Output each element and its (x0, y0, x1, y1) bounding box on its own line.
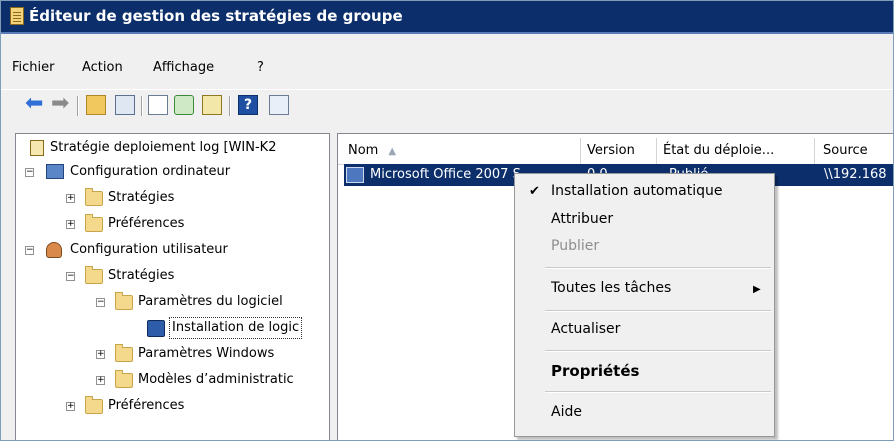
column-header-label: Nom (348, 143, 379, 158)
tree-label: Modèles d’administratic (138, 372, 294, 387)
folder-icon (115, 344, 133, 362)
tree-label: Paramètres du logiciel (138, 294, 283, 309)
tree-label: Stratégies (108, 268, 175, 283)
computer-icon (46, 164, 64, 179)
menu-bar: Fichier Action Affichage ? (1, 56, 893, 82)
tree-label: Paramètres Windows (138, 346, 275, 361)
menu-fichier[interactable]: Fichier (12, 60, 55, 75)
column-header-deploy-state[interactable]: État du déploie... (657, 138, 815, 164)
app-window: Éditeur de gestion des stratégies de gro… (0, 0, 894, 441)
collapse-icon[interactable]: − (25, 246, 34, 255)
back-arrow-icon[interactable]: ⬅ (25, 93, 45, 115)
column-header-source[interactable]: Source (815, 138, 893, 164)
software-installation-icon (147, 320, 165, 337)
refresh-icon[interactable] (174, 95, 194, 115)
tree-label: Stratégies (108, 190, 175, 205)
expand-icon[interactable]: + (96, 376, 105, 385)
show-hide-tree-icon[interactable] (115, 95, 135, 115)
tree-label: Stratégie deploiement log [WIN-K2 (50, 140, 277, 155)
export-list-icon[interactable] (202, 95, 222, 115)
tree-label: Configuration utilisateur (70, 242, 228, 257)
folder-icon (85, 266, 103, 284)
menu-item-automatic-installation[interactable]: Installation automatique (551, 183, 722, 199)
folder-icon (115, 370, 133, 388)
collapse-icon[interactable]: − (25, 168, 34, 177)
folder-icon (85, 188, 103, 206)
menu-separator (545, 350, 771, 352)
menu-item-all-tasks[interactable]: Toutes les tâches (551, 280, 671, 296)
tree-label: Configuration ordinateur (70, 164, 231, 179)
menu-item-assign[interactable]: Attribuer (551, 211, 613, 227)
package-icon (346, 167, 364, 183)
menu-item-help[interactable]: Aide (551, 404, 582, 420)
toolbar-separator (229, 96, 231, 116)
folder-icon (85, 214, 103, 232)
policy-icon (30, 140, 44, 156)
help-icon[interactable]: ? (238, 95, 258, 115)
sort-ascending-icon: ▲ (388, 146, 397, 157)
menu-help[interactable]: ? (257, 60, 264, 75)
page-icon[interactable] (148, 95, 168, 115)
menu-affichage[interactable]: Affichage (153, 60, 214, 75)
tree-label: Installation de logic (168, 317, 303, 339)
expand-icon[interactable]: + (66, 194, 75, 203)
gpo-editor-icon (10, 7, 24, 25)
submenu-arrow-icon: ▶ (753, 284, 761, 295)
menu-separator (545, 391, 771, 393)
toolbar-separator (77, 96, 79, 116)
menu-item-refresh[interactable]: Actualiser (551, 321, 620, 337)
folder-icon (85, 396, 103, 414)
tree-pane[interactable]: Stratégie deploiement log [WIN-K2 − Conf… (15, 133, 330, 440)
folder-icon (115, 292, 133, 310)
context-menu: ✔ Installation automatique Attribuer Pub… (514, 173, 775, 437)
cell-name: Microsoft Office 2007 S (370, 167, 521, 182)
collapse-icon[interactable]: − (96, 298, 105, 307)
toolbar-separator (141, 96, 143, 116)
checkmark-icon: ✔ (529, 184, 540, 199)
menu-item-publish: Publier (551, 238, 600, 254)
folder-up-icon[interactable] (86, 95, 106, 115)
expand-icon[interactable]: + (96, 350, 105, 359)
window-title: Éditeur de gestion des stratégies de gro… (29, 7, 403, 25)
cell-source: \\192.168 (824, 167, 887, 182)
column-header-version[interactable]: Version (581, 138, 657, 164)
properties-icon[interactable] (269, 95, 289, 115)
menu-separator (545, 310, 771, 312)
collapse-icon[interactable]: − (66, 272, 75, 281)
column-header-name[interactable]: Nom ▲ (338, 138, 581, 164)
menu-action[interactable]: Action (82, 60, 123, 75)
menu-separator (545, 267, 771, 269)
users-icon (46, 242, 62, 258)
expand-icon[interactable]: + (66, 220, 75, 229)
tree-label: Préférences (108, 216, 185, 231)
tree-label: Préférences (108, 398, 185, 413)
menu-item-properties[interactable]: Propriétés (551, 362, 639, 380)
title-bar[interactable]: Éditeur de gestion des stratégies de gro… (1, 1, 893, 34)
forward-arrow-icon[interactable]: ➡ (51, 93, 71, 115)
toolbar: ⬅ ➡ ? (1, 89, 893, 120)
column-header-row: Nom ▲ Version État du déploie... Source (338, 134, 893, 165)
expand-icon[interactable]: + (66, 402, 75, 411)
